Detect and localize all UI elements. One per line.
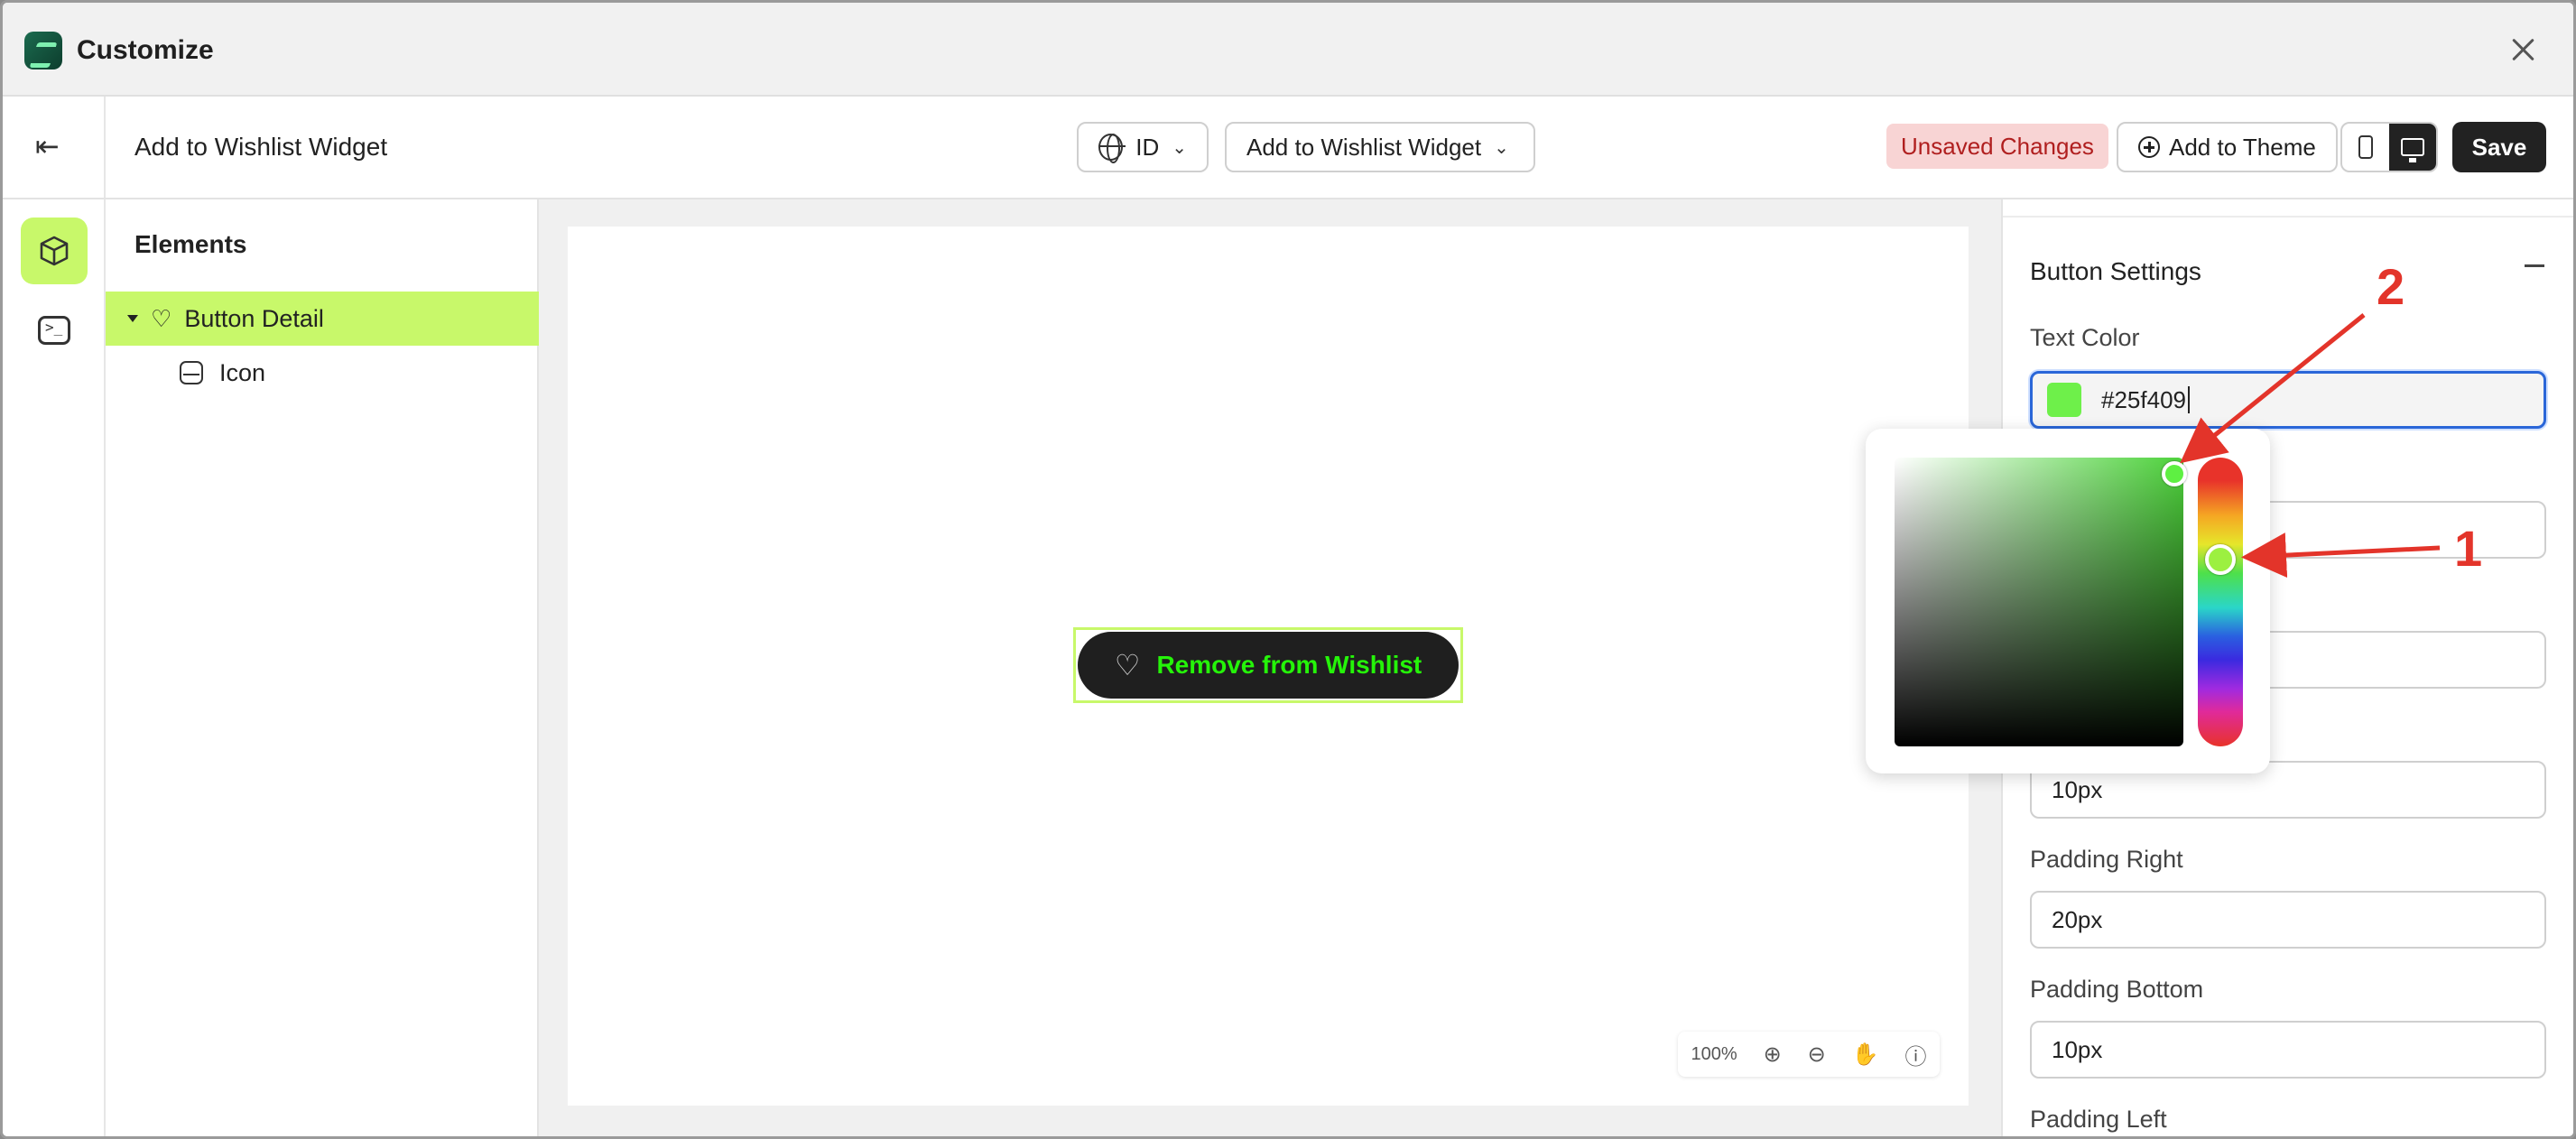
toolbar: ⇤ Add to Wishlist Widget ID ⌄ Add to Wis… — [3, 97, 2573, 199]
wishlist-button-label: Remove from Wishlist — [1156, 651, 1422, 679]
globe-icon — [1098, 134, 1126, 163]
padding-bottom-input[interactable]: 10px — [2030, 1021, 2546, 1079]
chevron-down-icon: ⌄ — [1172, 137, 1187, 158]
tree-item-button-detail[interactable]: ♡ Button Detail — [106, 292, 539, 346]
zoom-out-icon[interactable]: ⊖ — [1808, 1042, 1826, 1068]
desktop-view-button[interactable] — [2389, 124, 2436, 171]
unsaved-changes-badge: Unsaved Changes — [1886, 124, 2108, 169]
save-button[interactable]: Save — [2452, 122, 2546, 172]
text-color-input[interactable]: #25f409 — [2030, 371, 2546, 429]
desktop-icon — [2401, 138, 2424, 162]
heart-icon: ♡ — [151, 304, 172, 332]
caret-down-icon[interactable] — [127, 315, 138, 322]
padding-right-label: Padding Right — [2030, 846, 2183, 873]
hue-slider[interactable] — [2198, 458, 2243, 746]
zoom-in-icon[interactable]: ⊕ — [1764, 1042, 1782, 1068]
text-color-value: #25f409 — [2101, 385, 2186, 413]
padding-left-label: Padding Left — [2030, 1106, 2167, 1133]
zoom-level: 100% — [1691, 1043, 1737, 1064]
divider — [2003, 216, 2573, 218]
zoom-toolbar: 100% ⊕ ⊖ ✋ ⓘ — [1678, 1032, 1940, 1077]
elements-panel: Elements ♡ Button Detail Icon — [106, 199, 539, 1136]
code-tab-button[interactable] — [21, 297, 88, 364]
hue-handle[interactable] — [2205, 544, 2236, 575]
elements-tab-button[interactable] — [21, 218, 88, 284]
terminal-icon — [38, 316, 70, 345]
tree-item-label: Button Detail — [184, 304, 324, 332]
section-title: Button Settings — [2030, 257, 2201, 285]
chevron-down-icon: ⌄ — [1494, 137, 1509, 158]
padding-top-value: 10px — [2052, 775, 2103, 803]
close-icon[interactable] — [2507, 33, 2539, 66]
heart-outline-icon: ♡ — [1114, 649, 1141, 681]
padding-bottom-value: 10px — [2052, 1035, 2103, 1063]
selected-element-outline[interactable]: ♡ Remove from Wishlist — [1073, 627, 1463, 703]
app-logo-icon — [24, 32, 62, 69]
remove-from-wishlist-button[interactable]: ♡ Remove from Wishlist — [1078, 632, 1459, 699]
elements-title: Elements — [134, 230, 247, 258]
text-cursor — [2187, 386, 2190, 413]
cube-icon — [40, 236, 69, 266]
hand-pan-icon[interactable]: ✋ — [1852, 1042, 1879, 1068]
collapse-icon[interactable] — [2525, 264, 2544, 267]
padding-bottom-label: Padding Bottom — [2030, 976, 2204, 1003]
language-dropdown[interactable]: ID ⌄ — [1077, 122, 1209, 172]
color-picker-popover — [1866, 429, 2270, 773]
title-bar: Customize — [3, 3, 2573, 97]
padding-right-value: 20px — [2052, 905, 2103, 933]
add-to-theme-button[interactable]: Add to Theme — [2117, 122, 2338, 172]
language-label: ID — [1135, 133, 1160, 161]
left-rail — [3, 199, 106, 1136]
help-icon[interactable]: ⓘ — [1904, 1039, 1926, 1070]
plus-circle-icon — [2138, 136, 2160, 158]
window-title: Customize — [77, 35, 214, 65]
template-dropdown[interactable]: Add to Wishlist Widget ⌄ — [1225, 122, 1535, 172]
annotation-marker-2: 2 — [2377, 258, 2405, 315]
icon-element-icon — [180, 361, 203, 384]
color-swatch[interactable] — [2047, 383, 2081, 417]
padding-right-input[interactable]: 20px — [2030, 891, 2546, 949]
divider — [104, 97, 106, 198]
add-to-theme-label: Add to Theme — [2169, 133, 2316, 161]
mobile-view-button[interactable] — [2342, 124, 2389, 171]
device-toggle — [2340, 122, 2438, 172]
tree-item-icon[interactable]: Icon — [106, 346, 539, 400]
phone-icon — [2358, 135, 2373, 159]
tree-item-label: Icon — [219, 358, 266, 386]
text-color-label: Text Color — [2030, 324, 2140, 351]
saturation-value-area[interactable] — [1895, 458, 2183, 746]
annotation-marker-1: 1 — [2454, 520, 2483, 577]
template-label: Add to Wishlist Widget — [1246, 133, 1482, 161]
saturation-handle[interactable] — [2162, 461, 2187, 486]
exit-icon[interactable]: ⇤ — [35, 129, 60, 163]
page-title: Add to Wishlist Widget — [134, 133, 388, 161]
customize-window: Customize ⇤ Add to Wishlist Widget ID ⌄ … — [0, 0, 2576, 1139]
